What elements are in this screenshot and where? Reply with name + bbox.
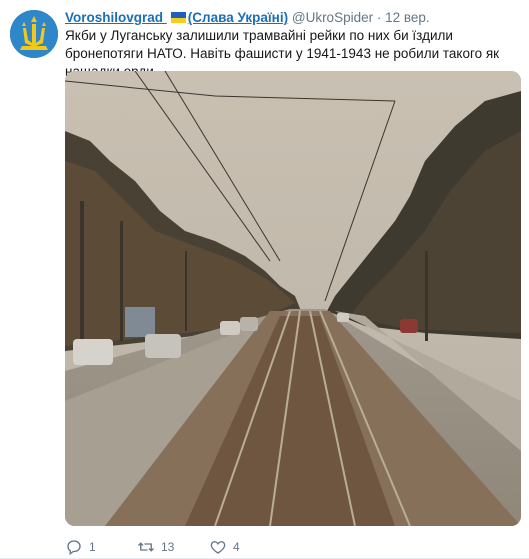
- author-name[interactable]: Voroshilovgrad (Слава Україні): [65, 10, 288, 25]
- tweet: Voroshilovgrad (Слава Україні) @UkroSpid…: [0, 0, 529, 559]
- retweet-button[interactable]: 13: [137, 538, 174, 556]
- street-photo: [65, 71, 521, 526]
- separator-dot: ·: [376, 10, 382, 25]
- reply-icon: [67, 540, 81, 556]
- ukraine-flag-icon: [170, 12, 186, 23]
- reply-button[interactable]: 1: [65, 538, 96, 556]
- like-icon: [210, 541, 226, 554]
- tweet-photo[interactable]: [65, 71, 521, 526]
- tweet-header: Voroshilovgrad (Слава Україні) @UkroSpid…: [65, 9, 519, 27]
- author-name-text[interactable]: Voroshilovgrad: [65, 10, 163, 25]
- like-count: 4: [233, 540, 240, 554]
- trident-avatar-icon: [10, 10, 58, 58]
- reply-count: 1: [89, 540, 96, 554]
- author-handle[interactable]: @UkroSpider: [292, 10, 373, 25]
- like-button[interactable]: 4: [209, 538, 240, 556]
- retweet-icon: [138, 542, 154, 552]
- retweet-count: 13: [161, 540, 175, 554]
- tweet-timestamp[interactable]: 12 вер.: [385, 10, 430, 25]
- author-name-suffix[interactable]: (Слава Україні): [188, 10, 288, 25]
- avatar[interactable]: [10, 10, 58, 58]
